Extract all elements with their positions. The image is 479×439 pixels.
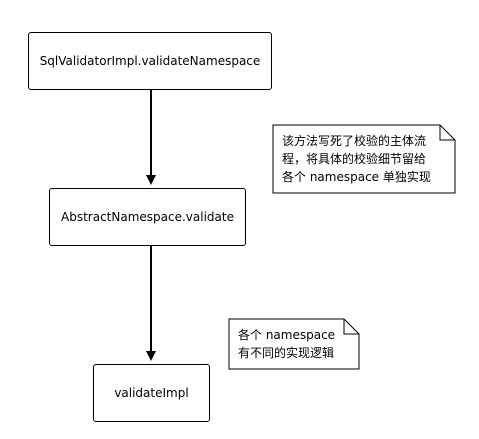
node-sqlvalidatorimpl-validatenamespace[interactable]: SqlValidatorImpl.validateNamespace xyxy=(28,32,272,90)
node-abstractnamespace-validate[interactable]: AbstractNamespace.validate xyxy=(49,188,246,246)
node-label: validateImpl xyxy=(114,386,189,400)
note-main-flow[interactable]: 该方法写死了校验的主体流 程，将具体的校验细节留给 各个 namespace 单… xyxy=(272,124,456,194)
node-label: AbstractNamespace.validate xyxy=(61,210,234,224)
node-validateimpl[interactable]: validateImpl xyxy=(93,364,210,422)
node-label: SqlValidatorImpl.validateNamespace xyxy=(39,54,261,68)
note-text: 各个 namespace 有不同的实现逻辑 xyxy=(238,328,336,360)
diagram-canvas: SqlValidatorImpl.validateNamespace Abstr… xyxy=(0,0,479,439)
note-impl-logic[interactable]: 各个 namespace 有不同的实现逻辑 xyxy=(228,318,360,370)
note-text: 该方法写死了校验的主体流 程，将具体的校验细节留给 各个 namespace 单… xyxy=(282,134,431,184)
